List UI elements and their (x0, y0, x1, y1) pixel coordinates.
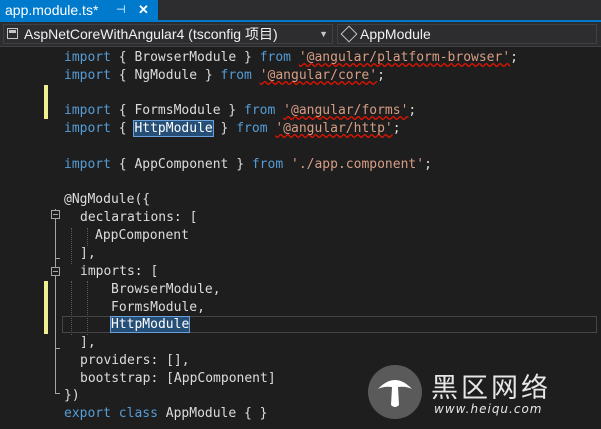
indent-guide (87, 228, 88, 246)
code-line: AppComponent (95, 227, 189, 245)
string-literal: '@angular/platform-browser' (298, 50, 511, 65)
close-icon[interactable]: ✕ (138, 0, 149, 20)
code-text: { FormsModule } (110, 103, 245, 118)
keyword: from (251, 157, 284, 172)
project-dropdown[interactable]: AspNetCoreWithAngular4 (tsconfig 项目) ▼ (3, 24, 333, 44)
code-line: bootstrap: [AppComponent] (80, 370, 276, 388)
indent-guide (71, 228, 72, 264)
code-text: AppComponent (95, 228, 189, 243)
code-line: providers: [], (80, 352, 190, 370)
string-literal: '@angular/http' (275, 121, 393, 136)
outline-guide (55, 393, 60, 394)
keyword: from (236, 121, 268, 136)
keyword: import (64, 121, 111, 136)
chevron-down-icon: ▼ (319, 29, 328, 39)
collapse-icon[interactable] (51, 267, 60, 276)
watermark: 黑区网络 www.heiqu.com (368, 360, 601, 429)
project-label: AspNetCoreWithAngular4 (tsconfig 项目) (24, 26, 278, 42)
string-literal: './app.component' (291, 157, 425, 172)
code-line: imports: [ (80, 263, 158, 281)
change-marker (44, 281, 48, 334)
code-line: HttpModule (109, 316, 191, 334)
watermark-url: www.heiqu.com (434, 402, 543, 416)
code-text: }) (64, 388, 80, 403)
code-text: ], (80, 246, 96, 261)
code-text: { AppComponent } (110, 157, 252, 172)
selected-identifier: HttpModule (109, 316, 191, 333)
keyword: export (64, 406, 111, 421)
project-icon (7, 28, 18, 39)
symbol-label: AppModule (360, 26, 431, 42)
code-line: export class AppModule { } (64, 405, 268, 423)
code-text: bootstrap: [AppComponent] (80, 371, 276, 386)
pin-icon[interactable]: ⊣ (116, 0, 126, 20)
code-text: declarations: [ (80, 210, 198, 225)
code-line: import { HttpModule } from '@angular/htt… (64, 120, 401, 138)
code-text: imports: [ (80, 264, 159, 279)
code-text: { NgModule } (110, 68, 221, 83)
tab-app-module[interactable]: app.module.ts* ⊣ ✕ (0, 0, 158, 20)
code-text: ; (377, 68, 385, 83)
symbol-dropdown[interactable]: AppModule (337, 24, 597, 44)
selected-identifier: HttpModule (133, 120, 214, 137)
keyword: import (64, 103, 111, 118)
code-line: }) (64, 387, 80, 405)
mushroom-logo-icon (368, 365, 422, 419)
outline-guide (55, 348, 60, 349)
code-line: import { BrowserModule } from '@angular/… (64, 49, 518, 67)
code-text: { BrowserModule } (110, 50, 260, 65)
code-text: ; (392, 121, 401, 136)
module-icon (340, 25, 358, 43)
code-line: ], (80, 334, 96, 352)
tab-title: app.module.ts* (5, 2, 99, 18)
decorator: @NgModule({ (64, 192, 151, 207)
code-line: BrowserModule, (111, 281, 221, 299)
watermark-brand: 黑区网络 (431, 373, 551, 404)
code-text: ; (408, 103, 417, 118)
code-text: AppModule { } (157, 406, 268, 421)
code-line: import { AppComponent } from './app.comp… (64, 156, 432, 174)
code-text: ; (510, 50, 518, 65)
code-line: import { NgModule } from '@angular/core'… (64, 67, 385, 85)
outline-guide (55, 258, 60, 259)
code-line: declarations: [ (80, 209, 197, 227)
keyword: class (118, 406, 158, 421)
keyword: import (64, 157, 111, 172)
code-line: import { FormsModule } from '@angular/fo… (64, 102, 416, 120)
code-text: ], (80, 335, 96, 350)
code-text: FormsModule, (111, 300, 205, 315)
string-literal: '@angular/forms' (283, 103, 409, 118)
navigation-bar: AspNetCoreWithAngular4 (tsconfig 项目) ▼ A… (0, 22, 601, 47)
code-line: ], (80, 245, 96, 263)
code-text: } (212, 121, 237, 136)
code-line: @NgModule({ (64, 191, 150, 209)
code-line: FormsModule, (111, 299, 205, 317)
string-literal: '@angular/core' (259, 68, 378, 83)
keyword: from (220, 68, 252, 83)
keyword: import (64, 50, 111, 65)
keyword: import (64, 68, 111, 83)
document-tab-strip: app.module.ts* ⊣ ✕ (0, 0, 601, 22)
keyword: from (259, 50, 291, 65)
keyword: from (244, 103, 276, 118)
code-text: BrowserModule, (111, 282, 221, 297)
code-text: ; (424, 157, 432, 172)
code-text: providers: [], (80, 353, 190, 368)
code-text: { (110, 121, 135, 136)
collapse-icon[interactable] (51, 210, 60, 219)
outline-guide (55, 209, 56, 393)
change-marker (44, 85, 48, 119)
